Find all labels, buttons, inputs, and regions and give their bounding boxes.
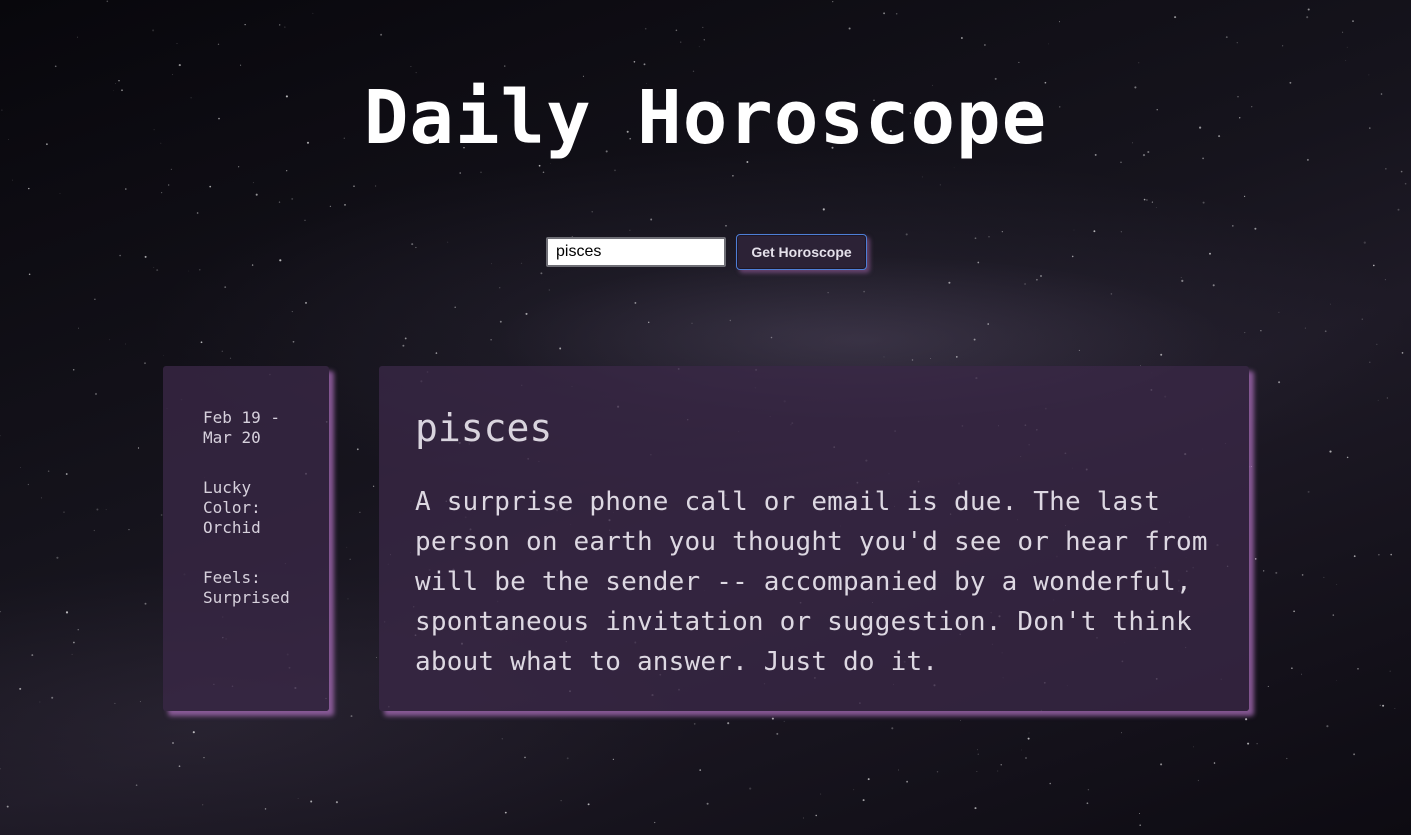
horoscope-description: A surprise phone call or email is due. T… [415,487,1208,677]
date-range: Feb 19 - Mar 20 [203,408,281,447]
get-horoscope-button[interactable]: Get Horoscope [736,234,867,270]
page-title: Daily Horoscope [363,75,1048,161]
sign-input[interactable] [546,237,726,267]
horoscope-card: pisces A surprise phone call or email is… [379,366,1249,711]
sign-name: pisces [415,406,553,450]
sign-details-card: Feb 19 - Mar 20 Lucky Color: Orchid Feel… [163,366,329,711]
mood: Feels: Surprised [203,568,290,607]
search-form: Get Horoscope [546,234,867,270]
lucky-color: Lucky Color: Orchid [203,478,261,537]
